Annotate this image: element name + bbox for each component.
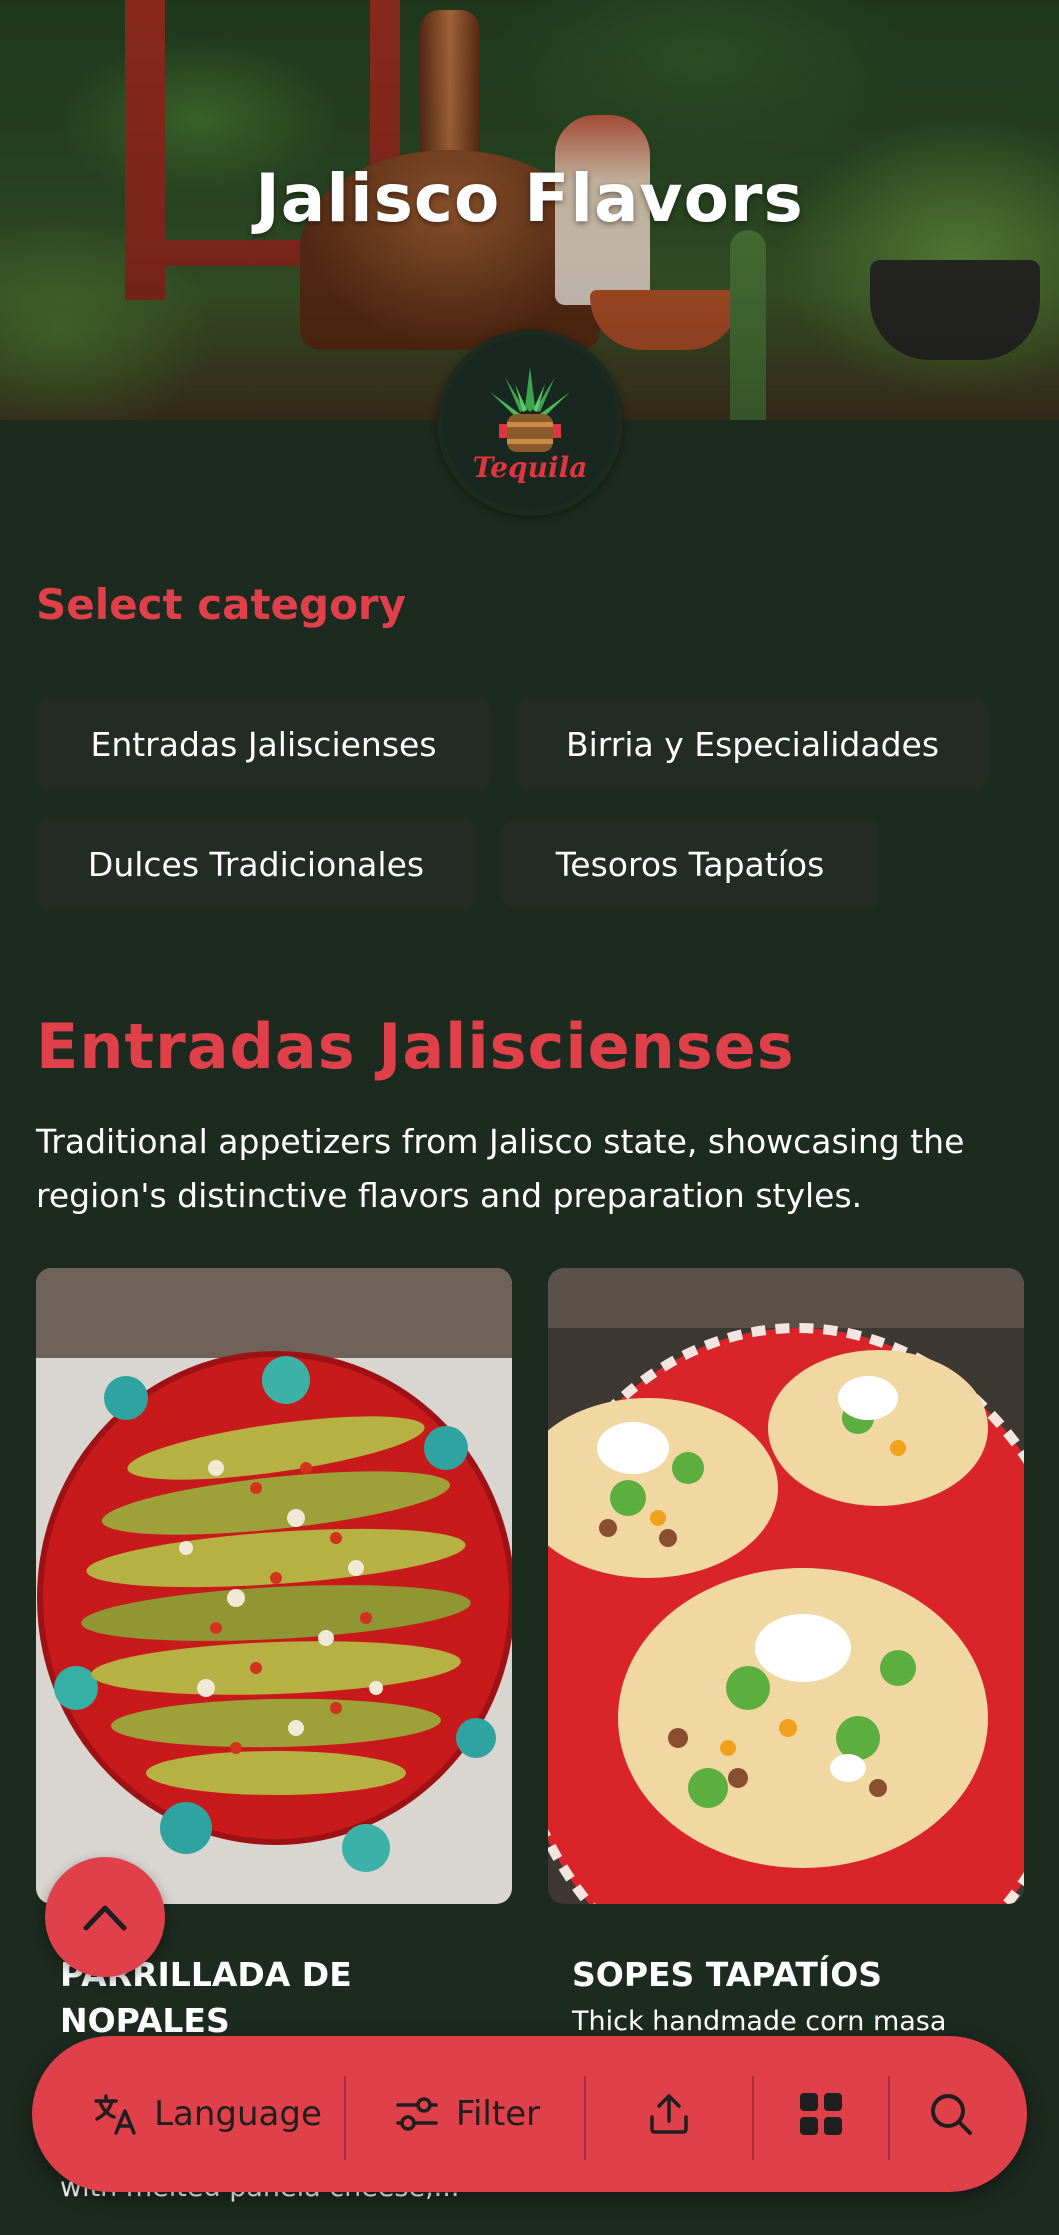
chevron-up-icon — [83, 1905, 127, 1931]
category-chip-label: Birria y Especialidades — [565, 724, 940, 764]
dish-image-sopes[interactable] — [548, 1268, 1024, 1904]
page-title: Jalisco Flavors — [255, 160, 804, 237]
category-chip-entradas[interactable]: Entradas Jaliscienses — [36, 698, 491, 790]
category-description: Traditional appetizers from Jalisco stat… — [36, 1122, 965, 1215]
filter-button[interactable]: Filter — [352, 2036, 582, 2192]
toolbar-divider — [752, 2076, 754, 2160]
language-button[interactable]: Language — [72, 2036, 342, 2192]
category-chip-label: Entradas Jaliscienses — [90, 724, 437, 764]
translate-icon — [94, 2094, 136, 2135]
language-label: Language — [154, 2094, 322, 2134]
toolbar-divider — [888, 2076, 890, 2160]
agave-icon — [490, 367, 570, 452]
category-chip-label: Dulces Tradicionales — [87, 844, 425, 884]
search-button[interactable] — [892, 2036, 1010, 2192]
filter-label: Filter — [455, 2094, 541, 2134]
search-icon — [931, 2094, 972, 2135]
grid-view-button[interactable] — [756, 2036, 886, 2192]
bottom-toolbar: Language Filter — [32, 2036, 1027, 2192]
category-title: Entradas Jaliscienses — [36, 1010, 795, 1083]
toolbar-divider — [584, 2076, 586, 2160]
scroll-to-top-button[interactable] — [45, 1857, 165, 1977]
logo-text: Tequila — [472, 451, 588, 484]
category-chip-birria[interactable]: Birria y Especialidades — [516, 698, 989, 790]
dish-description: Thick handmade corn masa — [572, 2006, 947, 2037]
restaurant-logo[interactable]: Tequila — [437, 330, 623, 516]
share-icon — [650, 2094, 688, 2134]
category-chip-tesoros[interactable]: Tesoros Tapatíos — [502, 818, 878, 910]
category-chip-label: Tesoros Tapatíos — [555, 844, 825, 884]
dish-title: SOPES TAPATÍOS — [572, 1955, 883, 1994]
share-button[interactable] — [588, 2036, 750, 2192]
grid-icon — [800, 2093, 842, 2135]
dish-image-nopales[interactable] — [36, 1268, 512, 1904]
category-chip-dulces[interactable]: Dulces Tradicionales — [36, 818, 476, 910]
select-category-heading: Select category — [36, 580, 407, 629]
filter-icon — [396, 2097, 438, 2131]
toolbar-divider — [344, 2076, 346, 2160]
